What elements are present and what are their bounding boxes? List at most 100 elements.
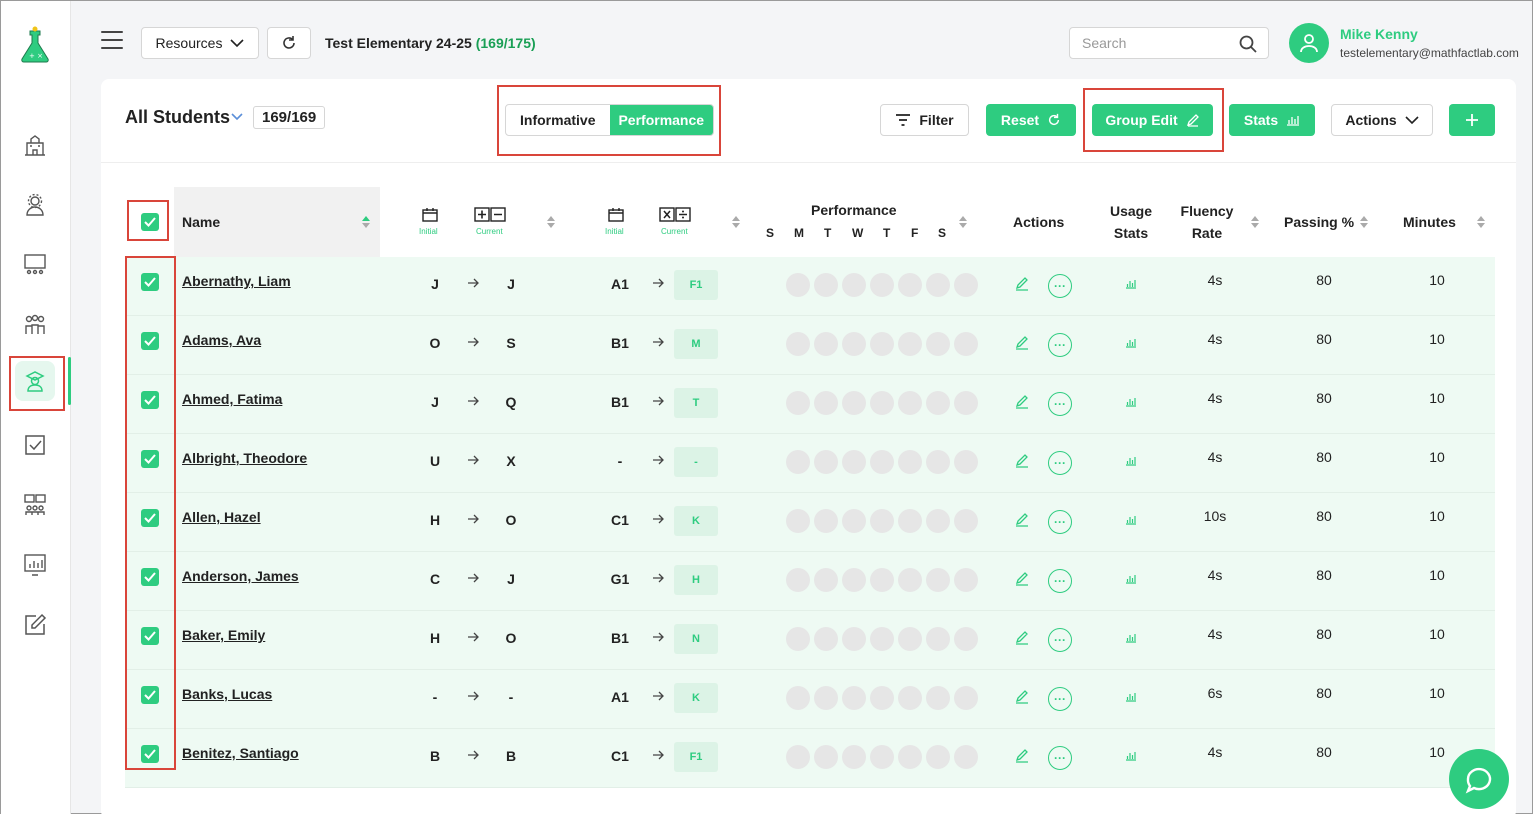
fluency-rate: 4s <box>1207 449 1223 465</box>
arrow-right-icon <box>653 396 664 406</box>
sort-minutes-icon[interactable] <box>1476 215 1486 229</box>
student-name-link[interactable]: Allen, Hazel <box>182 509 261 525</box>
sort-passing-icon[interactable] <box>1359 215 1369 229</box>
school-icon[interactable] <box>15 125 55 165</box>
more-options-icon[interactable]: ··· <box>1048 451 1072 475</box>
select-all-checkbox[interactable] <box>141 213 159 231</box>
performance-dot <box>870 509 894 533</box>
row-checkbox[interactable] <box>141 686 159 704</box>
row-checkbox[interactable] <box>141 391 159 409</box>
usage-stats-icon[interactable] <box>1125 632 1137 643</box>
sort-addsub-icon[interactable] <box>546 215 556 229</box>
addsub-initial: H <box>429 512 441 528</box>
more-options-icon[interactable]: ··· <box>1048 628 1072 652</box>
sort-performance-icon[interactable] <box>958 215 968 229</box>
usage-stats-icon[interactable] <box>1125 396 1137 407</box>
student-icon[interactable] <box>15 361 55 401</box>
muldiv-current-badge: H <box>674 565 718 595</box>
sort-name-icon[interactable] <box>361 215 371 229</box>
student-name-link[interactable]: Adams, Ava <box>182 332 261 348</box>
more-options-icon[interactable]: ··· <box>1048 333 1072 357</box>
checkbox-icon[interactable] <box>15 425 55 465</box>
usage-stats-icon[interactable] <box>1125 337 1137 348</box>
header-name[interactable]: Name <box>182 214 220 230</box>
edit-pencil-icon[interactable] <box>1015 631 1029 645</box>
performance-dot <box>842 568 866 592</box>
settings-user-icon[interactable] <box>15 185 55 225</box>
performance-dot <box>814 450 838 474</box>
sort-fluency-icon[interactable] <box>1250 215 1260 229</box>
search-icon[interactable] <box>1238 34 1258 54</box>
group-edit-label: Group Edit <box>1105 112 1178 128</box>
actions-dropdown[interactable]: Actions <box>1331 104 1433 136</box>
student-name-link[interactable]: Albright, Theodore <box>182 450 307 466</box>
resources-dropdown[interactable]: Resources <box>141 27 259 59</box>
assignments-icon[interactable] <box>15 485 55 525</box>
performance-dot <box>786 627 810 651</box>
row-checkbox[interactable] <box>141 627 159 645</box>
student-name-link[interactable]: Anderson, James <box>182 568 299 584</box>
more-options-icon[interactable]: ··· <box>1048 687 1072 711</box>
usage-stats-icon[interactable] <box>1125 455 1137 466</box>
minutes-value: 10 <box>1429 685 1445 701</box>
group-edit-button[interactable]: Group Edit <box>1092 104 1213 136</box>
edit-pencil-icon[interactable] <box>1015 454 1029 468</box>
mathfactlab-logo[interactable]: + × <box>15 25 55 65</box>
refresh-button[interactable] <box>267 27 311 59</box>
row-checkbox[interactable] <box>141 273 159 291</box>
edit-pencil-icon[interactable] <box>1015 690 1029 704</box>
usage-stats-icon[interactable] <box>1125 278 1137 289</box>
students-panel: All Students 169/169 Informative Perform… <box>101 79 1516 814</box>
row-checkbox[interactable] <box>141 450 159 468</box>
edit-icon[interactable] <box>15 605 55 645</box>
reset-button[interactable]: Reset <box>986 104 1076 136</box>
groups-icon[interactable] <box>15 305 55 345</box>
performance-dot <box>954 273 978 297</box>
edit-pencil-icon[interactable] <box>1015 513 1029 527</box>
chat-button[interactable] <box>1449 749 1509 809</box>
table-row: Benitez, Santiago B B C1 F1 ··· 4s 80 10 <box>125 729 1495 788</box>
student-name-link[interactable]: Baker, Emily <box>182 627 265 643</box>
usage-stats-icon[interactable] <box>1125 514 1137 525</box>
edit-pencil-icon[interactable] <box>1015 277 1029 291</box>
filter-button[interactable]: Filter <box>880 104 969 136</box>
add-student-button[interactable] <box>1449 104 1495 136</box>
reports-icon[interactable] <box>15 545 55 585</box>
edit-pencil-icon[interactable] <box>1015 395 1029 409</box>
edit-pencil-icon[interactable] <box>1015 749 1029 763</box>
usage-stats-icon[interactable] <box>1125 750 1137 761</box>
edit-pencil-icon[interactable] <box>1015 336 1029 350</box>
performance-dot <box>926 568 950 592</box>
sort-muldiv-icon[interactable] <box>731 215 741 229</box>
more-options-icon[interactable]: ··· <box>1048 746 1072 770</box>
toggle-informative[interactable]: Informative <box>506 105 610 135</box>
performance-dot <box>954 686 978 710</box>
row-checkbox[interactable] <box>141 745 159 763</box>
addsub-current: - <box>508 689 514 705</box>
student-name-link[interactable]: Banks, Lucas <box>182 686 272 702</box>
student-name-link[interactable]: Benitez, Santiago <box>182 745 299 761</box>
muldiv-current-badge: K <box>674 506 718 536</box>
edit-pencil-icon[interactable] <box>1015 572 1029 586</box>
usage-stats-icon[interactable] <box>1125 573 1137 584</box>
row-checkbox[interactable] <box>141 509 159 527</box>
search-input[interactable] <box>1082 35 1232 51</box>
arrow-right-icon <box>468 632 479 642</box>
title-chevron-icon[interactable] <box>231 111 243 121</box>
user-avatar[interactable] <box>1289 23 1329 63</box>
performance-dot <box>842 391 866 415</box>
more-options-icon[interactable]: ··· <box>1048 569 1072 593</box>
toggle-performance[interactable]: Performance <box>609 105 713 135</box>
more-options-icon[interactable]: ··· <box>1048 510 1072 534</box>
stats-button[interactable]: Stats <box>1229 104 1315 136</box>
student-name-link[interactable]: Ahmed, Fatima <box>182 391 282 407</box>
row-checkbox[interactable] <box>141 332 159 350</box>
addsub-initial: J <box>431 276 439 292</box>
row-checkbox[interactable] <box>141 568 159 586</box>
student-name-link[interactable]: Abernathy, Liam <box>182 273 291 289</box>
more-options-icon[interactable]: ··· <box>1048 274 1072 298</box>
more-options-icon[interactable]: ··· <box>1048 392 1072 416</box>
usage-stats-icon[interactable] <box>1125 691 1137 702</box>
menu-icon[interactable] <box>101 31 123 49</box>
classroom-icon[interactable] <box>15 245 55 285</box>
